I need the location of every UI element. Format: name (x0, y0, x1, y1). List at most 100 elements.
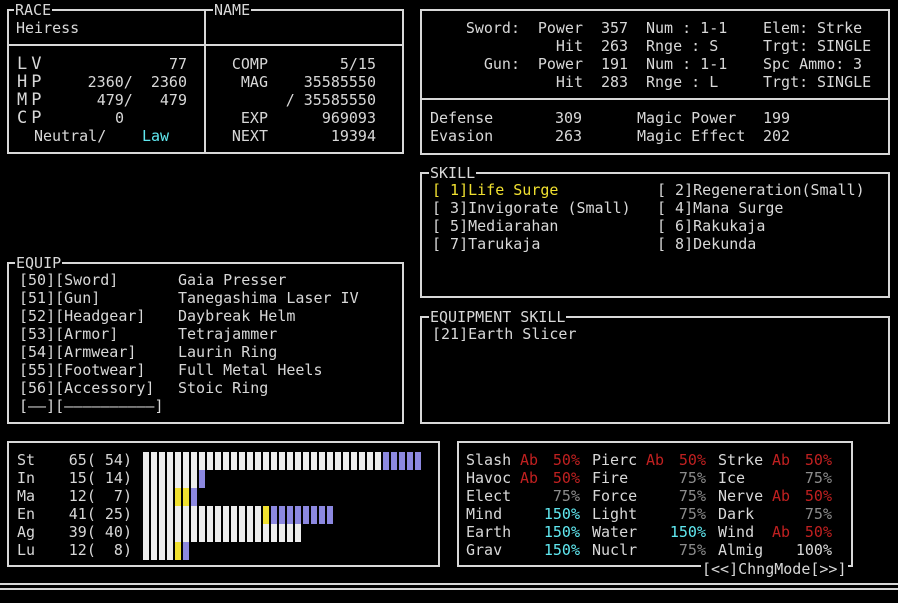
attribute-bar-segment (175, 506, 181, 524)
attribute-bar-segment (303, 506, 309, 524)
resistance-value: 50% (678, 451, 706, 469)
attribute-label: Ma (17, 487, 36, 505)
attribute-bar-segment (159, 542, 165, 560)
equip-slot[interactable]: [55][Footwear] (19, 361, 145, 379)
equip-item[interactable]: Stoic Ring (178, 379, 268, 397)
equip-slot[interactable]: [54][Armwear] (19, 343, 136, 361)
skill-item[interactable]: [ 7]Tarukaja (432, 235, 540, 253)
attribute-bar-segment (159, 452, 165, 470)
attribute-bar-segment (167, 542, 173, 560)
attribute-bar-segment (143, 524, 149, 542)
attribute-bar-segment (167, 506, 173, 524)
resistance-name: Ice (718, 469, 746, 487)
attribute-bar-segment (175, 452, 181, 470)
divider (7, 44, 404, 46)
attribute-bar-segment (367, 452, 373, 470)
attribute-bar-segment (239, 452, 245, 470)
stat-label: HP (17, 72, 46, 92)
weapon-stat-value: 191 (601, 55, 629, 73)
attribute-bar-segment (287, 506, 293, 524)
attribute-bar-segment (199, 506, 205, 524)
resistance-value: 75% (804, 505, 832, 523)
resistance-value: 50% (552, 451, 580, 469)
attribute-bar-segment (271, 506, 277, 524)
equipment-skill-item[interactable]: [21]Earth Slicer (432, 325, 577, 343)
magic-power-value: 199 (763, 109, 791, 127)
name-title: NAME (213, 1, 252, 19)
equip-slot[interactable]: [56][Accessory] (19, 379, 154, 397)
attribute-value: 41( 25) (68, 505, 132, 523)
resistance-name: Nuclr (592, 541, 638, 559)
equip-slot[interactable]: [51][Gun] (19, 289, 100, 307)
weapon-stat-label: Power (537, 55, 583, 73)
attribute-bar-segment (279, 524, 285, 542)
attribute-bar-segment (239, 524, 245, 542)
attribute-bar-segment (415, 452, 421, 470)
weapon-attr-value: SINGLE (817, 73, 872, 91)
equip-slot[interactable]: [52][Headgear] (19, 307, 145, 325)
attribute-bar-segment (151, 452, 157, 470)
attribute-bar-segment (231, 452, 237, 470)
skill-item[interactable]: [ 4]Mana Surge (657, 199, 783, 217)
resistance-value: 150% (543, 505, 580, 523)
skill-item[interactable]: [ 5]Mediarahan (432, 217, 558, 235)
equip-slot[interactable]: [53][Armor] (19, 325, 118, 343)
resistance-value: 75% (552, 487, 580, 505)
bottom-separator (0, 583, 898, 585)
stat-value: 969093 (321, 109, 376, 127)
attribute-bar-segment (215, 452, 221, 470)
skill-item[interactable]: [ 6]Rakukaja (657, 217, 765, 235)
resistance-name: Strke (718, 451, 764, 469)
equip-slot[interactable]: [50][Sword] (19, 271, 118, 289)
attribute-bar-segment (303, 452, 309, 470)
attribute-bar-segment (183, 470, 189, 488)
stat-label: MAG (240, 73, 268, 91)
divider (204, 9, 206, 154)
attribute-bar-segment (191, 506, 197, 524)
attribute-bar-segment (231, 524, 237, 542)
equip-item[interactable]: Tanegashima Laser IV (178, 289, 359, 307)
attribute-bar-segment (207, 524, 213, 542)
attribute-bar-segment (215, 524, 221, 542)
attribute-bar-segment (247, 452, 253, 470)
skill-item[interactable]: [ 8]Dekunda (657, 235, 756, 253)
resistance-value: 75% (678, 505, 706, 523)
equip-slot[interactable]: [——][——————————] (19, 397, 164, 415)
attribute-bar-segment (335, 452, 341, 470)
weapon-stat-label: Power (537, 19, 583, 37)
attribute-bar-segment (263, 506, 269, 524)
equip-item[interactable]: Daybreak Helm (178, 307, 295, 325)
change-mode-button[interactable]: [<<]ChngMode[>>] (701, 561, 848, 577)
stat-value: 479/ 479 (96, 91, 187, 109)
attribute-bar-segment (175, 488, 181, 506)
equip-item[interactable]: Laurin Ring (178, 343, 277, 361)
resistance-name: Fire (592, 469, 629, 487)
equip-item[interactable]: Tetrajammer (178, 325, 277, 343)
stat-value: 0 (114, 109, 124, 127)
resistance-value: 150% (543, 523, 580, 541)
skill-item[interactable]: [ 1]Life Surge (432, 181, 558, 199)
stat-label: COMP (231, 55, 268, 73)
weapon-stat-label: Hit (555, 73, 583, 91)
equip-item[interactable]: Full Metal Heels (178, 361, 323, 379)
attribute-bar-segment (319, 452, 325, 470)
attribute-bar-segment (183, 452, 189, 470)
attribute-bar-segment (247, 524, 253, 542)
attribute-bar-segment (295, 524, 301, 542)
attribute-bar-segment (151, 488, 157, 506)
attribute-bar-segment (151, 470, 157, 488)
resistance-value: 75% (678, 469, 706, 487)
attribute-bar-segment (143, 452, 149, 470)
resistance-value: 150% (543, 541, 580, 559)
attribute-bar-segment (327, 506, 333, 524)
resistance-value: 75% (678, 487, 706, 505)
skill-item[interactable]: [ 3]Invigorate (Small) (432, 199, 631, 217)
weapon-attr-label: Spc Ammo: (763, 55, 845, 73)
resistance-value: 150% (669, 523, 706, 541)
stat-value: 77 (168, 55, 187, 73)
equip-item[interactable]: Gaia Presser (178, 271, 286, 289)
skill-item[interactable]: [ 2]Regeneration(Small) (657, 181, 865, 199)
attribute-label: Lu (17, 541, 36, 559)
attribute-bar-segment (159, 506, 165, 524)
stat-label: CP (17, 108, 46, 128)
